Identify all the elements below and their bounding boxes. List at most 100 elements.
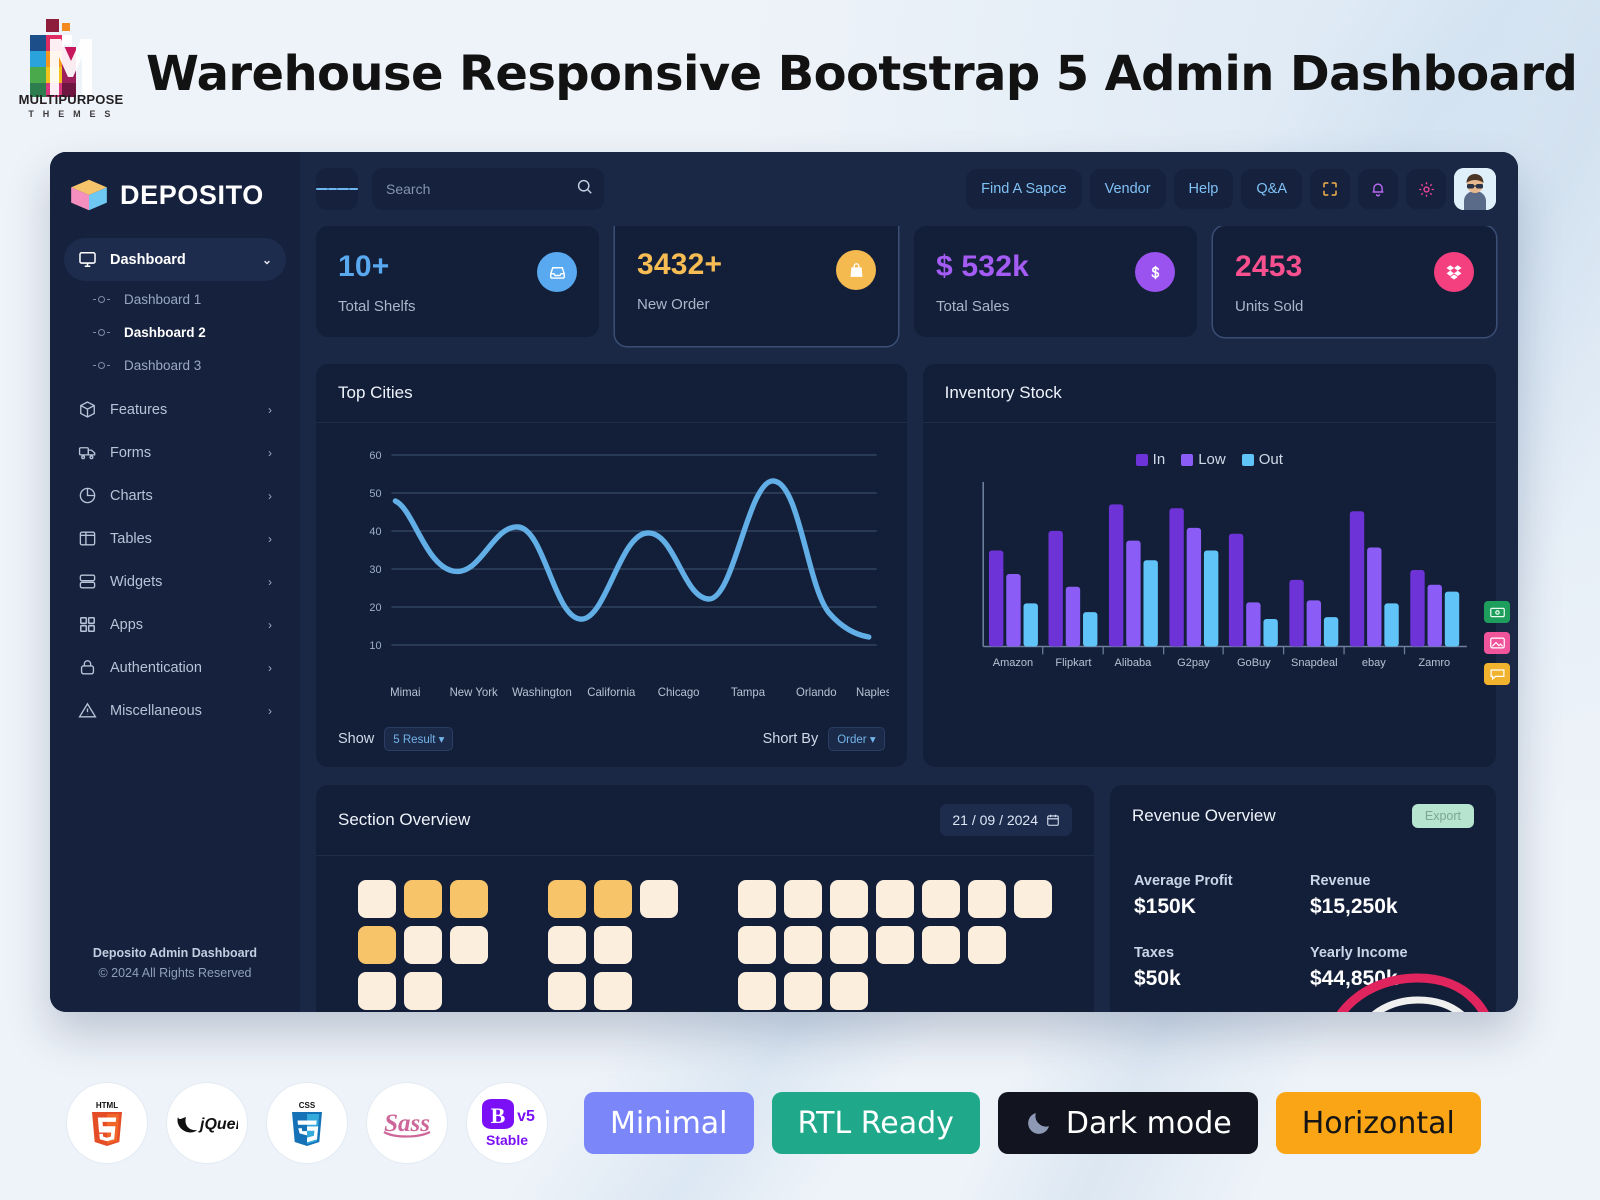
shelf-cell[interactable] [548,926,586,964]
chevron-right-icon[interactable]: › [268,403,272,417]
shelf-cell[interactable] [1014,880,1052,918]
feature-tags: Minimal RTL Ready Dark mode Horizontal [584,1092,1481,1154]
sidebar-item-apps[interactable]: Apps › [64,603,286,646]
shelf-cell[interactable] [784,926,822,964]
top-cities-panel: Top Cities 60 50 40 30 20 10 Mimai New Y… [316,364,907,767]
shelf-cell[interactable] [830,972,868,1010]
shelf-cell[interactable] [876,926,914,964]
shelf-cell[interactable] [358,972,396,1010]
revenue-overview-panel: Revenue Overview Export Average Profit $… [1110,785,1496,1012]
search-input[interactable] [386,181,567,197]
chevron-right-icon[interactable]: › [268,532,272,546]
help-button[interactable]: Help [1173,169,1234,209]
shelf-cell-occupied[interactable] [594,880,632,918]
legend-item-out[interactable]: Out [1241,451,1283,468]
tag-horizontal[interactable]: Horizontal [1275,1092,1481,1154]
shelf-cell[interactable] [968,880,1006,918]
shelf-cell[interactable] [450,926,488,964]
qa-button[interactable]: Q&A [1241,169,1302,209]
shelf-cell[interactable] [404,972,442,1010]
shelf-cell[interactable] [404,926,442,964]
shelf-cell-occupied[interactable] [358,926,396,964]
vendor-button[interactable]: Vendor [1089,169,1166,209]
shelf-cell[interactable] [876,880,914,918]
shelf-cell-occupied[interactable] [450,880,488,918]
search-icon[interactable] [575,177,594,201]
sidebar-item-dashboard[interactable]: Dashboard ⌄ [64,238,286,281]
stat-card-total-shelfs[interactable]: 10+ Total Shelfs [316,226,599,337]
menu-toggle-icon[interactable] [316,168,358,210]
sidebar-subitem-dashboard-3[interactable]: Dashboard 3 [64,349,286,382]
sidebar-item-authentication[interactable]: Authentication › [64,646,286,689]
stat-card-new-order[interactable]: 3432+ New Order [615,226,898,346]
sidebar-brand[interactable]: DEPOSITO [50,152,300,234]
shelf-cell[interactable] [358,880,396,918]
sidebar-item-tables[interactable]: Tables › [64,517,286,560]
tag-label: Dark mode [1065,1105,1232,1141]
shelf-cell-occupied[interactable] [548,880,586,918]
shelf-cell[interactable] [738,926,776,964]
svg-text:Snapdeal: Snapdeal [1291,657,1338,669]
shelf-cell[interactable] [594,972,632,1010]
svg-text:Naples: Naples [856,687,889,699]
shelf-cell[interactable] [640,880,678,918]
shelf-cell-occupied[interactable] [404,880,442,918]
stat-card-units-sold[interactable]: 2453 Units Sold [1213,226,1496,337]
sidebar-item-widgets[interactable]: Widgets › [64,560,286,603]
sidebar-item-miscellaneous[interactable]: Miscellaneous › [64,689,286,732]
shelf-cell[interactable] [738,972,776,1010]
sidebar-subitem-dashboard-2[interactable]: Dashboard 2 [64,316,286,349]
shelf-cell[interactable] [784,972,822,1010]
cash-icon[interactable] [1484,601,1510,623]
chevron-right-icon[interactable]: › [268,618,272,632]
shelf-cell[interactable] [922,880,960,918]
shelf-cell[interactable] [968,926,1006,964]
chat-icon[interactable] [1484,663,1510,685]
dashboard-window: DEPOSITO Dashboard ⌄ Dashboard 1 Dashboa… [50,152,1518,1012]
metric-key: Yearly Income [1310,945,1408,961]
tag-rtl-ready[interactable]: RTL Ready [771,1092,980,1154]
shelf-cell[interactable] [830,880,868,918]
shelf-cell[interactable] [830,926,868,964]
main-area: Find A Sapce Vendor Help Q&A [300,152,1518,1012]
find-a-space-button[interactable]: Find A Sapce [966,169,1082,209]
export-button[interactable]: Export [1411,804,1474,828]
show-result-select[interactable]: 5 Result ▾ [384,727,454,751]
chevron-right-icon[interactable]: › [268,489,272,503]
sidebar-item-charts[interactable]: Charts › [64,474,286,517]
svg-text:Chicago: Chicago [658,687,700,699]
image-icon[interactable] [1484,632,1510,654]
stat-card-total-sales[interactable]: $ 532k Total Sales [914,226,1197,337]
avatar[interactable] [1454,168,1496,210]
date-picker[interactable]: 21 / 09 / 2024 [940,804,1072,836]
sidebar-subitem-dashboard-1[interactable]: Dashboard 1 [64,283,286,316]
gear-icon[interactable] [1406,169,1446,209]
fullscreen-icon[interactable] [1310,169,1350,209]
legend-item-in[interactable]: In [1135,451,1165,468]
panel-title: Section Overview [338,810,471,829]
legend-item-low[interactable]: Low [1181,451,1226,468]
sidebar-item-forms[interactable]: Forms › [64,431,286,474]
shelf-cell[interactable] [784,880,822,918]
tag-dark-mode[interactable]: Dark mode [997,1092,1258,1154]
shelf-cell[interactable] [548,972,586,1010]
shelf-row [358,972,488,1010]
tag-minimal[interactable]: Minimal [584,1092,754,1154]
legend-label: Low [1198,451,1226,468]
sidebar-subitem-label: Dashboard 1 [124,292,202,307]
sort-order-select[interactable]: Order ▾ [828,727,885,751]
shelf-cell[interactable] [594,926,632,964]
search-field[interactable] [372,168,604,210]
svg-text:Mimai: Mimai [390,687,420,699]
shelf-cell[interactable] [738,880,776,918]
chevron-right-icon[interactable]: › [268,575,272,589]
svg-text:New York: New York [450,687,498,699]
bell-icon[interactable] [1358,169,1398,209]
chevron-right-icon[interactable]: › [268,704,272,718]
shelf-cell[interactable] [922,926,960,964]
chevron-down-icon[interactable]: ⌄ [262,253,272,267]
chevron-right-icon[interactable]: › [268,446,272,460]
chevron-right-icon[interactable]: › [268,661,272,675]
sidebar-item-features[interactable]: Features › [64,388,286,431]
metric-value: $15,250k [1310,895,1398,918]
